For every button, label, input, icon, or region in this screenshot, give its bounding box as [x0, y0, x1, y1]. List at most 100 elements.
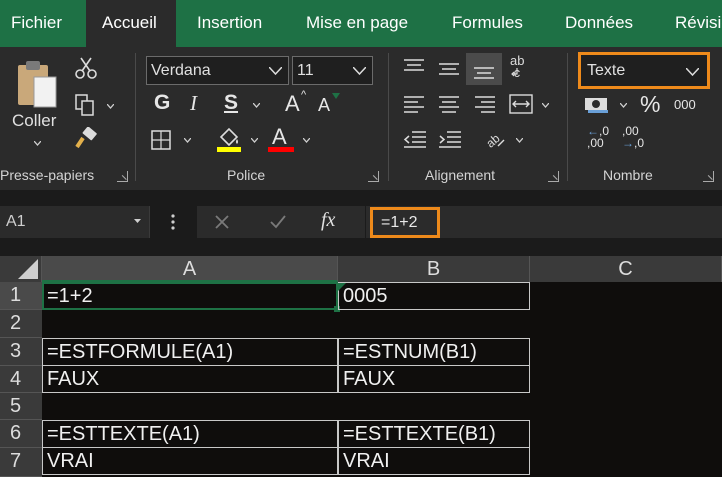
decrease-decimal-glyph: ,00 →,0	[622, 124, 645, 150]
chevron-down-icon[interactable]	[303, 138, 310, 143]
font-group-label: Police	[227, 167, 266, 183]
italic-button[interactable]: I	[190, 91, 197, 116]
chevron-down-icon	[353, 67, 366, 75]
increase-decimal-glyph: ←,0,00	[587, 124, 610, 150]
font-color-swatch	[268, 147, 294, 152]
cancel-icon[interactable]	[214, 214, 230, 230]
fill-color-icon[interactable]	[215, 125, 243, 153]
borders-icon[interactable]	[150, 129, 172, 151]
chevron-down-icon	[134, 219, 141, 223]
number-launcher-icon[interactable]	[703, 171, 714, 182]
cell-b7[interactable]: VRAI	[338, 447, 530, 475]
format-painter-icon[interactable]	[74, 127, 98, 151]
column-header-c[interactable]: C	[530, 256, 722, 282]
column-header-a[interactable]: A	[42, 256, 338, 282]
formula-bar: A1 fx =1+2	[0, 190, 722, 256]
grow-font-button[interactable]: A	[285, 91, 300, 117]
copy-icon[interactable]	[74, 93, 98, 117]
shrink-font-button[interactable]: A	[318, 95, 330, 116]
cell-b6[interactable]: =ESTTEXTE(B1)	[338, 420, 530, 448]
tab-mise-en-page[interactable]: Mise en page	[306, 0, 408, 47]
tab-fichier[interactable]: Fichier	[11, 0, 62, 47]
align-middle-icon[interactable]	[438, 61, 460, 77]
tab-accueil[interactable]: Accueil	[86, 0, 176, 47]
align-left-icon[interactable]	[403, 95, 425, 113]
tab-donnees[interactable]: Données	[565, 0, 633, 47]
chevron-down-icon	[269, 67, 282, 75]
row-header-4[interactable]: 4	[0, 366, 42, 393]
error-indicator-icon[interactable]	[338, 283, 346, 291]
cell-a3[interactable]: =ESTFORMULE(A1)	[42, 338, 338, 366]
worksheet-grid: A B C 1 2 3 4 5 6 7 =1+2 0005 =ESTFORMUL…	[0, 256, 722, 477]
row-header-5[interactable]: 5	[0, 393, 42, 420]
chevron-down-icon[interactable]	[253, 103, 260, 108]
chevron-down-icon[interactable]	[107, 104, 114, 109]
tab-revision[interactable]: Révisio	[675, 0, 722, 47]
insert-function-button[interactable]: fx	[321, 209, 335, 232]
font-color-button[interactable]: A	[268, 124, 294, 153]
row-header-2[interactable]: 2	[0, 310, 42, 338]
alignment-group-label: Alignement	[425, 167, 496, 183]
name-box[interactable]: A1	[0, 206, 150, 238]
cell-b1[interactable]: 0005	[338, 282, 530, 310]
number-format-combo[interactable]: Texte	[578, 52, 710, 89]
row-header-3[interactable]: 3	[0, 338, 42, 366]
cell-a1[interactable]: =1+2	[42, 282, 338, 310]
clipboard-launcher-icon[interactable]	[117, 171, 128, 182]
thousands-separator-button[interactable]: 000	[674, 97, 696, 112]
svg-text:ab: ab	[484, 131, 503, 150]
alignment-launcher-icon[interactable]	[548, 171, 559, 182]
align-center-icon[interactable]	[438, 95, 460, 113]
chevron-down-icon[interactable]	[542, 103, 549, 108]
row-header-1[interactable]: 1	[0, 282, 42, 310]
cell-a7[interactable]: VRAI	[42, 447, 338, 475]
cut-icon[interactable]	[74, 56, 98, 80]
increase-decimal-button[interactable]: ←,0,00	[587, 125, 615, 155]
chevron-down-icon[interactable]	[620, 103, 627, 108]
ribbon-accueil: Coller Presse-papiers Verdana 11 G I S A…	[0, 47, 722, 190]
paste-button[interactable]: Coller	[12, 57, 62, 153]
percent-style-button[interactable]: %	[640, 91, 660, 118]
wrap-text-button[interactable]: ab c	[510, 54, 534, 85]
cell-a4[interactable]: FAUX	[42, 365, 338, 393]
font-size-combo[interactable]: 11	[292, 56, 373, 85]
row-header-6[interactable]: 6	[0, 420, 42, 448]
increase-indent-icon[interactable]	[438, 130, 462, 150]
enter-check-icon[interactable]	[269, 214, 287, 230]
cell-b3[interactable]: =ESTNUM(B1)	[338, 338, 530, 366]
cell-b4[interactable]: FAUX	[338, 365, 530, 393]
chevron-down-icon[interactable]	[516, 138, 523, 143]
font-size-value: 11	[297, 62, 314, 79]
select-all-button[interactable]	[0, 256, 42, 282]
align-bottom-button[interactable]	[466, 53, 502, 85]
number-group-label: Nombre	[603, 167, 653, 183]
align-right-icon[interactable]	[474, 95, 496, 113]
decrease-indent-icon[interactable]	[403, 130, 427, 150]
merge-center-icon[interactable]	[509, 94, 533, 114]
wrap-arrow-icon	[511, 68, 518, 77]
bold-button[interactable]: G	[154, 91, 170, 115]
align-bottom-icon	[474, 67, 494, 79]
decrease-decimal-button[interactable]: ,00 →,0	[622, 125, 650, 155]
shrink-caret-icon	[332, 93, 340, 99]
number-format-value: Texte	[587, 62, 626, 79]
orientation-icon[interactable]: ab	[484, 128, 506, 150]
formula-input[interactable]: =1+2	[370, 207, 440, 238]
select-all-triangle-icon	[18, 259, 38, 279]
name-box-value: A1	[6, 213, 26, 230]
font-launcher-icon[interactable]	[368, 171, 379, 182]
tab-insertion[interactable]: Insertion	[197, 0, 262, 47]
tab-formules[interactable]: Formules	[452, 0, 523, 47]
align-top-icon[interactable]	[403, 59, 425, 75]
chevron-down-icon[interactable]	[184, 138, 191, 143]
paste-label: Coller	[12, 111, 57, 130]
row-header-7[interactable]: 7	[0, 448, 42, 477]
more-options-icon[interactable]	[171, 214, 175, 230]
group-separator	[388, 53, 389, 181]
cell-a6[interactable]: =ESTTEXTE(A1)	[42, 420, 338, 448]
column-header-b[interactable]: B	[338, 256, 530, 282]
font-family-combo[interactable]: Verdana	[146, 56, 289, 85]
chevron-down-icon[interactable]	[251, 138, 258, 143]
accounting-format-icon[interactable]	[584, 95, 610, 115]
underline-button[interactable]: S	[224, 91, 238, 115]
